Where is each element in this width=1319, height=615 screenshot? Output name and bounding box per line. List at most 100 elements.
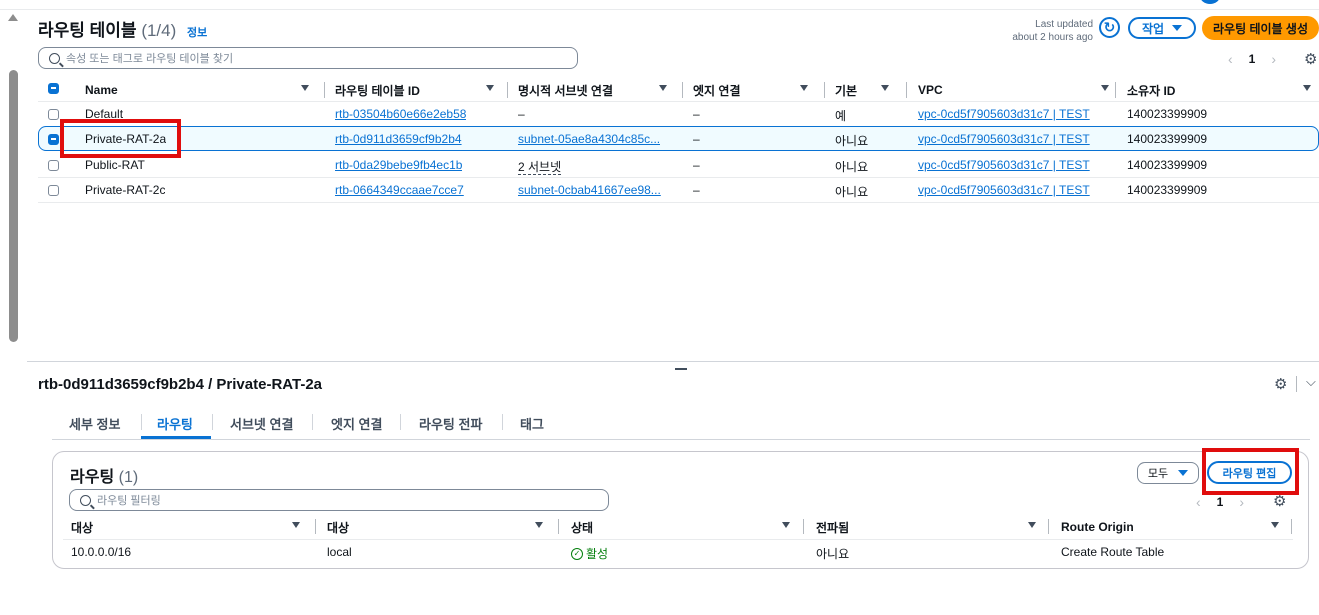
col-header-destination[interactable]: 대상 bbox=[71, 518, 306, 536]
drag-handle-icon[interactable] bbox=[675, 368, 687, 370]
sort-icon bbox=[292, 522, 300, 528]
next-page-icon[interactable]: › bbox=[1271, 51, 1276, 67]
route-destination: 10.0.0.0/16 bbox=[71, 545, 132, 559]
col-header-label: 라우팅 테이블 ID bbox=[335, 83, 420, 98]
highlight-box-edit-routes bbox=[1202, 448, 1299, 495]
col-header-route-table-id[interactable]: 라우팅 테이블 ID bbox=[335, 80, 500, 100]
route-target: local bbox=[327, 545, 352, 559]
row-edge: – bbox=[693, 132, 700, 146]
create-route-table-button[interactable]: 라우팅 테이블 생성 bbox=[1202, 16, 1319, 40]
highlight-box-selected-name bbox=[60, 119, 181, 158]
col-header-target[interactable]: 대상 bbox=[327, 518, 549, 536]
row-name: Public-RAT bbox=[85, 158, 145, 172]
sort-icon bbox=[659, 85, 667, 91]
col-divider bbox=[803, 519, 804, 534]
route-status: ✓ 활성 bbox=[571, 545, 608, 562]
actions-label: 작업 bbox=[1141, 21, 1165, 36]
row-vpc-link[interactable]: vpc-0cd5f7905603d31c7 | TEST bbox=[918, 107, 1090, 121]
route-filter-select[interactable]: 모두 bbox=[1137, 462, 1199, 484]
route-status-text: 활성 bbox=[586, 547, 609, 561]
tab-tags[interactable]: 태그 bbox=[520, 414, 544, 433]
routes-count: (1) bbox=[118, 469, 139, 486]
tab-divider bbox=[502, 414, 503, 430]
user-avatar-icon[interactable] bbox=[1200, 0, 1220, 4]
row-main: 예 bbox=[835, 109, 847, 123]
col-divider bbox=[1048, 519, 1049, 534]
tab-subnet-associations[interactable]: 서브넷 연결 bbox=[230, 414, 293, 433]
detail-settings-gear-icon[interactable]: ⚙ bbox=[1274, 375, 1287, 393]
col-header-owner[interactable]: 소유자 ID bbox=[1127, 80, 1317, 100]
row-subnet[interactable]: 2 서브넷 bbox=[518, 158, 562, 175]
check-circle-icon: ✓ bbox=[571, 547, 583, 560]
col-header-subnet[interactable]: 명시적 서브넷 연결 bbox=[518, 80, 673, 100]
row-route-table-id-link[interactable]: rtb-03504b60e66e2eb58 bbox=[335, 107, 466, 121]
sort-icon bbox=[1271, 522, 1279, 528]
info-link[interactable]: 정보 bbox=[187, 27, 207, 39]
row-vpc-link[interactable]: vpc-0cd5f7905603d31c7 | TEST bbox=[918, 132, 1090, 146]
routes-pagination: ‹ 1 › bbox=[1196, 494, 1244, 510]
row-owner: 140023399909 bbox=[1127, 183, 1208, 197]
actions-button[interactable]: 작업 bbox=[1128, 17, 1196, 39]
row-owner: 140023399909 bbox=[1127, 158, 1208, 172]
table-pagination: ‹ 1 › bbox=[1228, 51, 1276, 67]
sort-icon bbox=[486, 85, 494, 91]
col-header-edge[interactable]: 엣지 연결 bbox=[693, 80, 814, 100]
col-header-label: 상태 bbox=[571, 520, 594, 535]
sort-icon bbox=[800, 85, 808, 91]
row-vpc-link[interactable]: vpc-0cd5f7905603d31c7 | TEST bbox=[918, 158, 1090, 172]
row-owner: 140023399909 bbox=[1127, 132, 1208, 146]
row-subnet-count[interactable]: 2 서브넷 bbox=[518, 160, 562, 175]
page-title: 라우팅 테이블 (1/4) 정보 bbox=[38, 16, 207, 41]
next-page-icon[interactable]: › bbox=[1239, 494, 1244, 510]
route-table-search[interactable]: 속성 또는 태그로 라우팅 테이블 찾기 bbox=[38, 47, 578, 69]
col-header-label: 기본 bbox=[835, 83, 858, 98]
prev-page-icon[interactable]: ‹ bbox=[1228, 51, 1233, 67]
row-route-table-id-link[interactable]: rtb-0664349ccaae7cce7 bbox=[335, 183, 464, 197]
row-name: Private-RAT-2c bbox=[85, 183, 166, 197]
routes-settings-gear-icon[interactable]: ⚙ bbox=[1273, 492, 1286, 510]
refresh-button[interactable]: ↻ bbox=[1099, 17, 1120, 38]
tab-divider bbox=[212, 414, 213, 430]
row-checkbox[interactable] bbox=[48, 160, 59, 171]
table-settings-gear-icon[interactable]: ⚙ bbox=[1304, 50, 1317, 68]
top-bar bbox=[0, 0, 1319, 10]
search-icon bbox=[80, 494, 91, 506]
row-checkbox[interactable] bbox=[48, 109, 59, 120]
prev-page-icon[interactable]: ‹ bbox=[1196, 494, 1201, 510]
row-route-table-id-link[interactable]: rtb-0da29bebe9fb4ec1b bbox=[335, 158, 462, 172]
routes-current-page[interactable]: 1 bbox=[1217, 495, 1224, 509]
row-route-table-id-link[interactable]: rtb-0d911d3659cf9b2b4 bbox=[335, 132, 462, 146]
row-checkbox[interactable] bbox=[48, 134, 59, 145]
col-header-propagated[interactable]: 전파됨 bbox=[816, 518, 1042, 536]
col-header-main[interactable]: 기본 bbox=[835, 80, 895, 100]
row-subnet-link[interactable]: subnet-05ae8a4304c85c... bbox=[518, 132, 660, 146]
scroll-up-arrow-icon[interactable] bbox=[8, 14, 18, 21]
row-checkbox[interactable] bbox=[48, 185, 59, 196]
col-header-route-origin[interactable]: Route Origin bbox=[1061, 518, 1285, 536]
select-all-checkbox[interactable] bbox=[48, 83, 59, 94]
col-divider bbox=[507, 82, 508, 98]
col-header-status[interactable]: 상태 bbox=[571, 518, 796, 536]
col-header-name[interactable]: Name bbox=[85, 80, 315, 100]
refresh-icon: ↻ bbox=[1103, 19, 1116, 35]
tab-routes[interactable]: 라우팅 bbox=[157, 414, 193, 433]
col-header-label: 명시적 서브넷 연결 bbox=[518, 83, 613, 98]
routes-title: 라우팅 (1) bbox=[70, 463, 138, 487]
tab-edge-associations[interactable]: 엣지 연결 bbox=[331, 414, 382, 433]
col-divider bbox=[324, 82, 325, 98]
col-header-label: 소유자 ID bbox=[1127, 83, 1176, 98]
col-header-label: Name bbox=[85, 83, 118, 97]
col-header-label: 대상 bbox=[327, 520, 350, 535]
collapse-chevron-icon[interactable]: ⌵ bbox=[1306, 374, 1316, 390]
scrollbar-thumb[interactable] bbox=[9, 70, 18, 342]
route-filter-search[interactable]: 라우팅 필터링 bbox=[69, 489, 609, 511]
col-header-label: 전파됨 bbox=[816, 520, 850, 535]
row-subnet-link[interactable]: subnet-0cbab41667ee98... bbox=[518, 183, 661, 197]
current-page[interactable]: 1 bbox=[1249, 52, 1256, 66]
sort-icon bbox=[1028, 522, 1036, 528]
row-vpc-link[interactable]: vpc-0cd5f7905603d31c7 | TEST bbox=[918, 183, 1090, 197]
row-edge: – bbox=[693, 107, 700, 121]
col-header-vpc[interactable]: VPC bbox=[918, 80, 1115, 100]
tab-route-propagation[interactable]: 라우팅 전파 bbox=[419, 414, 482, 433]
tab-details[interactable]: 세부 정보 bbox=[69, 414, 120, 433]
